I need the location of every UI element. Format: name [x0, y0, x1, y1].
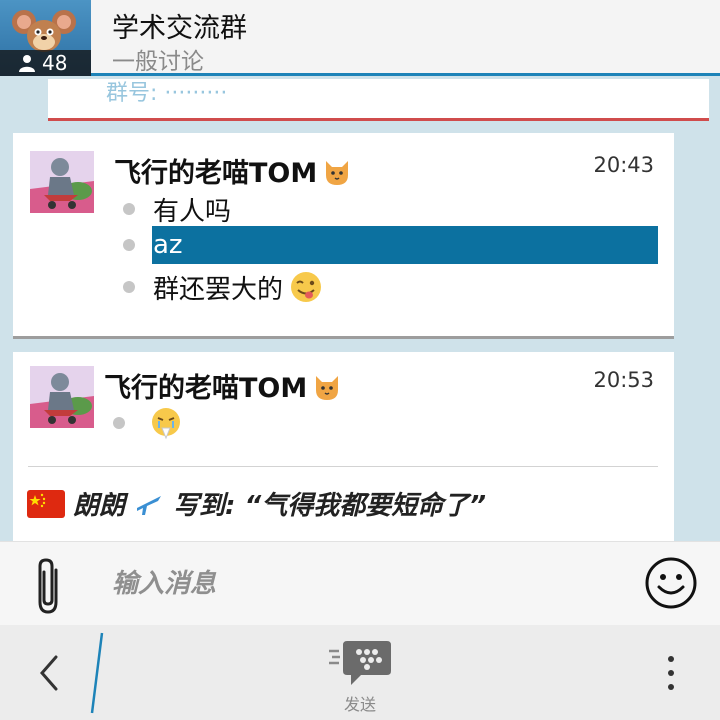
- message-line[interactable]: [111, 404, 648, 442]
- cat-emoji-icon: [326, 160, 349, 185]
- tom-cat-avatar-icon: [30, 151, 94, 213]
- message-card[interactable]: 飞行的老喵TOM 20:53 朗朗 写到: “气得我都要短命了”: [13, 352, 674, 541]
- china-flag-icon: [27, 489, 65, 518]
- message-time: 20:53: [593, 368, 654, 392]
- selection-highlight: [152, 226, 658, 264]
- action-bar: 发送: [0, 625, 720, 720]
- bullet-dot: [113, 417, 125, 429]
- message-line[interactable]: 有人吗: [121, 190, 658, 228]
- winking-tongue-emoji: [291, 272, 322, 302]
- composer-bar: [0, 541, 720, 625]
- bullet-dot: [123, 239, 135, 251]
- sender-name[interactable]: 飞行的老喵TOM: [104, 366, 343, 405]
- paperclip-icon[interactable]: [32, 556, 66, 616]
- bbm-chat-icon: [329, 641, 391, 685]
- chat-history[interactable]: 群号: ········· 飞行的老喵TOM 20:43 有人吗 az 群还罢大…: [0, 79, 720, 541]
- airplane-icon: [137, 495, 162, 515]
- message-text: az: [153, 230, 183, 260]
- message-line[interactable]: 群还罢大的: [121, 268, 658, 306]
- back-chevron-icon[interactable]: [30, 649, 70, 697]
- tom-cat-avatar-icon: [30, 366, 94, 428]
- group-title: 学术交流群: [112, 13, 247, 44]
- send-label: 发送: [343, 695, 376, 714]
- quoted-author: 朗朗: [73, 491, 126, 521]
- chat-header[interactable]: 48 学术交流群 一般讨论: [0, 0, 720, 76]
- sender-name[interactable]: 飞行的老喵TOM: [114, 151, 353, 190]
- send-button[interactable]: 发送: [320, 639, 400, 717]
- previous-message-card[interactable]: 群号: ·········: [48, 79, 709, 121]
- message-line-selected[interactable]: az: [121, 226, 658, 264]
- cat-emoji-icon: [316, 375, 339, 400]
- previous-message-text: 群号: ·········: [106, 81, 228, 106]
- message-card[interactable]: 飞行的老喵TOM 20:43 有人吗 az 群还罢大的: [13, 133, 674, 339]
- message-input[interactable]: [112, 560, 612, 608]
- quoted-text: 写到: “气得我都要短命了”: [173, 491, 486, 521]
- message-text: 有人吗: [153, 196, 232, 227]
- quote-divider: [28, 466, 658, 467]
- group-avatar[interactable]: 48: [0, 0, 91, 76]
- smiley-icon[interactable]: [644, 556, 698, 610]
- back-divider: [90, 632, 104, 714]
- message-time: 20:43: [593, 153, 654, 177]
- bullet-dot: [123, 281, 135, 293]
- member-count: 48: [0, 50, 91, 76]
- person-icon: [19, 55, 35, 72]
- sender-avatar[interactable]: [30, 151, 94, 213]
- member-count-value: 48: [42, 51, 68, 75]
- sender-name-text: 飞行的老喵TOM: [114, 158, 318, 189]
- message-text: 群还罢大的: [153, 274, 284, 305]
- sender-avatar[interactable]: [30, 366, 94, 428]
- overflow-menu-icon[interactable]: [656, 651, 686, 695]
- group-category: 一般讨论: [112, 49, 204, 75]
- cartoon-mouse-avatar: [12, 10, 76, 52]
- quoted-message[interactable]: 朗朗 写到: “气得我都要短命了”: [27, 485, 486, 522]
- bullet-dot: [123, 203, 135, 215]
- crying-pray-emoji: [152, 408, 180, 440]
- sender-name-text: 飞行的老喵TOM: [104, 373, 308, 404]
